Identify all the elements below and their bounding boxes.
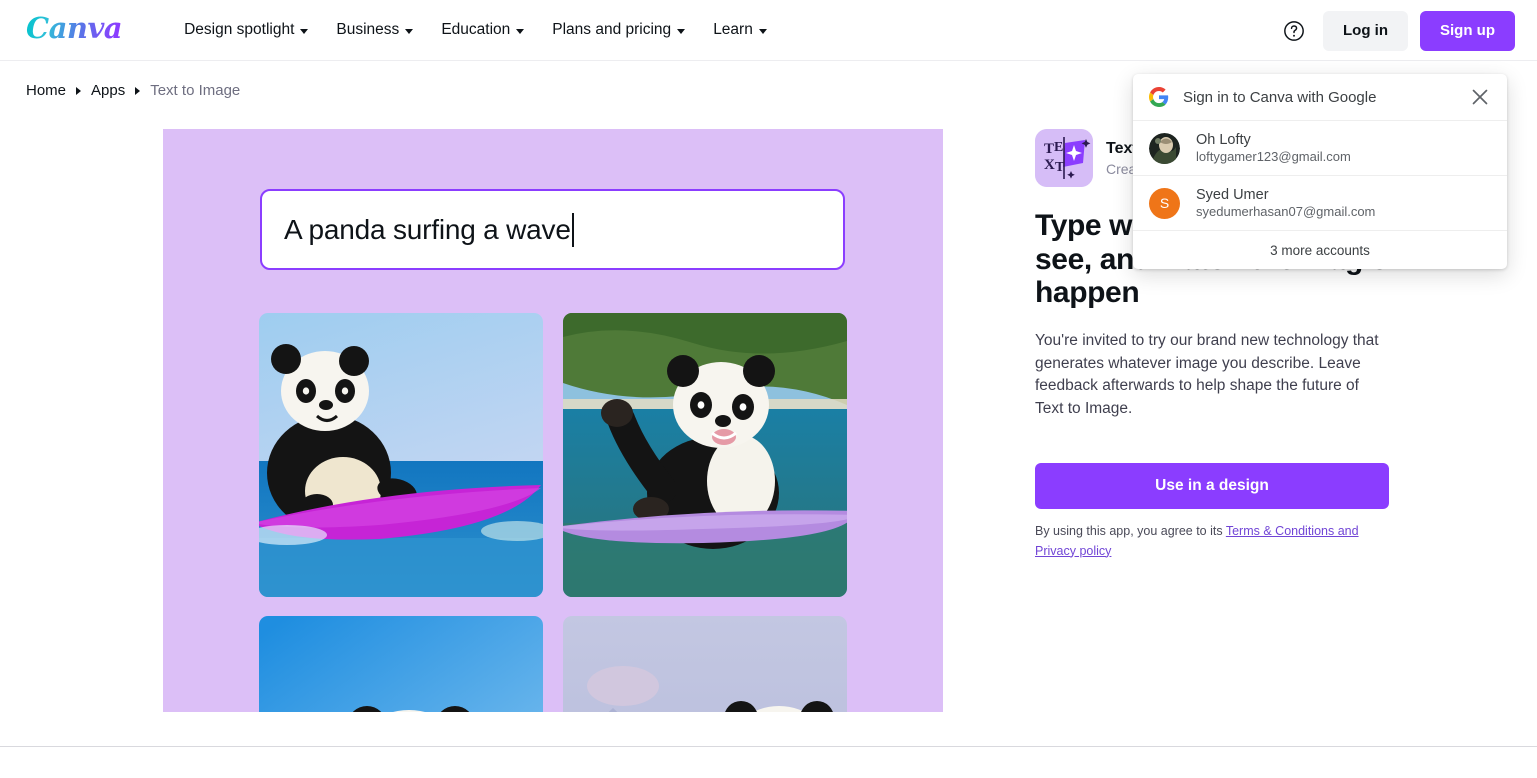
close-popup-button[interactable] [1467,84,1493,110]
use-in-a-design-button[interactable]: Use in a design [1035,462,1389,509]
nav-item-plans-and-pricing[interactable]: Plans and pricing [538,13,699,47]
chevron-right-icon [135,86,141,95]
chevron-down-icon [758,28,767,34]
nav-item-label: Plans and pricing [552,21,672,38]
sign-up-button[interactable]: Sign up [1420,10,1515,51]
google-account-option-1[interactable]: Oh Lofty loftygamer123@gmail.com [1133,121,1507,176]
breadcrumb-item-home[interactable]: Home [26,82,66,99]
text-cursor [571,212,574,247]
nav-item-label: Education [441,21,511,38]
nav-item-learn[interactable]: Learn [699,13,781,47]
generated-images-grid [259,313,847,712]
app-description: You're invited to try our brand new tech… [1035,331,1379,418]
generated-image-2[interactable] [563,313,847,597]
page-root: Canva Design spotlight Business Educatio… [0,0,1537,778]
google-account-text: Syed Umer syedumerhasan07@gmail.com [1196,187,1375,219]
google-account-email: loftygamer123@gmail.com [1196,149,1351,164]
google-account-name: Oh Lofty [1196,132,1251,148]
site-header: Canva Design spotlight Business Educatio… [0,0,1537,61]
text-to-image-app-icon: T E X T [1035,129,1093,187]
google-account-name: Syed Umer [1196,187,1269,203]
chevron-right-icon [76,86,82,95]
question-mark-circle-icon [1284,20,1304,41]
nav-item-education[interactable]: Education [427,13,538,47]
close-icon [1472,89,1488,105]
app-preview-canvas: A panda surfing a wave [163,129,943,712]
prompt-input[interactable]: A panda surfing a wave [260,189,845,270]
google-account-text: Oh Lofty loftygamer123@gmail.com [1196,132,1351,164]
avatar-photo-icon [1149,132,1180,164]
legal-prefix: By using this app, you agree to its [1035,523,1226,538]
nav-item-label: Business [336,21,400,38]
nav-item-business[interactable]: Business [322,13,427,47]
nav-item-label: Learn [713,21,753,38]
prompt-input-wrapper: A panda surfing a wave [260,189,845,270]
google-account-option-2[interactable]: S Syed Umer syedumerhasan07@gmail.com [1133,176,1507,231]
generated-image-1[interactable] [259,313,543,597]
panda-blue-sky-image [259,616,543,712]
avatar [1149,132,1180,164]
nav-item-label: Design spotlight [184,21,295,38]
footer-divider [0,746,1537,747]
chevron-down-icon [405,28,414,34]
generated-image-3[interactable] [259,616,543,712]
svg-text:T: T [1044,141,1054,157]
breadcrumb-item-text-to-image: Text to Image [150,82,241,99]
google-popup-title: Sign in to Canva with Google [1183,88,1377,106]
generated-image-4[interactable] [563,616,847,712]
google-account-email: syedumerhasan07@gmail.com [1196,204,1376,219]
panda-mountains-image [563,616,847,712]
header-actions: Log in Sign up [1277,0,1515,61]
google-popup-header: Sign in to Canva with Google [1133,74,1507,121]
legal-notice: By using this app, you agree to its Term… [1035,521,1380,561]
panda-waving-image [563,313,847,597]
more-accounts-button[interactable]: 3 more accounts [1133,231,1507,269]
svg-text:X: X [1044,157,1055,173]
breadcrumb: Home Apps Text to Image [26,82,240,99]
nav-item-design-spotlight[interactable]: Design spotlight [170,13,322,47]
app-icon-glyph: T E X T [1035,129,1093,187]
log-in-button[interactable]: Log in [1323,10,1408,51]
chevron-down-icon [677,28,686,34]
avatar: S [1149,187,1180,219]
google-g-icon [1149,87,1169,107]
google-sign-in-popup: Sign in to Canva with Google Oh Lofty lo… [1133,74,1507,269]
panda-surfing-image [259,313,543,597]
main-nav: Design spotlight Business Education Plan… [170,13,781,47]
breadcrumb-item-apps[interactable]: Apps [91,82,125,99]
help-button[interactable] [1277,14,1311,48]
chevron-down-icon [300,28,309,34]
svg-text:E: E [1054,140,1063,155]
prompt-input-value: A panda surfing a wave [284,213,571,245]
canva-logo[interactable]: Canva [26,14,123,46]
chevron-down-icon [516,28,525,34]
